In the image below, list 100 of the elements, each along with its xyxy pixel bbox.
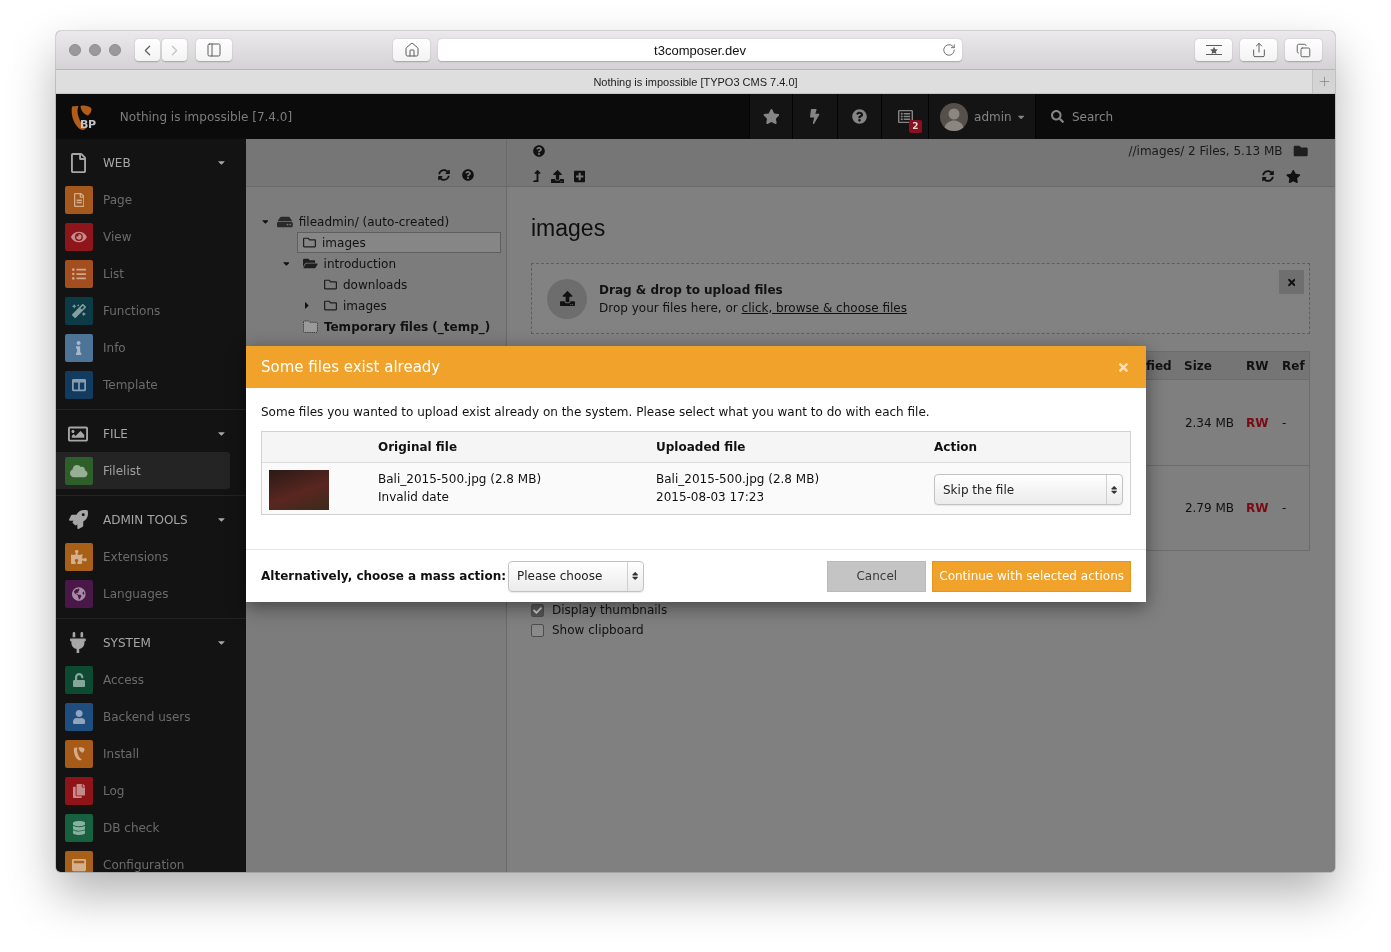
reference-count: -: [1282, 415, 1287, 430]
updown-arrows-icon: [632, 571, 639, 581]
bolt-icon: [810, 109, 820, 124]
back-button[interactable]: [135, 39, 160, 61]
module-item[interactable]: Extensions: [56, 538, 230, 575]
modal-title: Some files exist already: [261, 358, 441, 376]
top-sites-button[interactable]: [1195, 39, 1232, 61]
page-heading: images: [531, 214, 606, 243]
module-item[interactable]: Info: [56, 329, 230, 366]
list-window-icon: [897, 109, 913, 124]
logo-text: BP: [80, 118, 96, 131]
window-zoom-button[interactable]: [109, 44, 121, 56]
reload-icon[interactable]: [942, 43, 956, 57]
user-menu-button[interactable]: admin: [928, 94, 1035, 139]
help-icon[interactable]: [533, 145, 545, 157]
photo-placeholder: [269, 470, 329, 510]
refresh-icon[interactable]: [438, 169, 450, 181]
folder-outline-icon: [324, 299, 337, 312]
permissions: RW: [1246, 501, 1269, 515]
plus-icon: [1316, 74, 1332, 89]
modal-message: Some files you wanted to upload exist already on the system. Please select what you want to do with each file.: [261, 404, 930, 420]
browse-link[interactable]: click, browse & choose files: [741, 300, 907, 315]
module-item[interactable]: Install: [56, 735, 230, 772]
file-size: 2.79 MB: [1184, 501, 1234, 515]
star-icon[interactable]: [1286, 169, 1301, 183]
module-item[interactable]: List: [56, 255, 230, 292]
tree-item[interactable]: fileadmin/ (auto-created): [271, 211, 456, 232]
star-button[interactable]: [749, 94, 792, 139]
tabs-button[interactable]: [1285, 39, 1322, 61]
module-item[interactable]: Configuration: [56, 846, 230, 872]
upload-icon[interactable]: [550, 169, 564, 183]
sidebar-toggle-button[interactable]: [196, 39, 232, 61]
help-icon[interactable]: [462, 169, 474, 181]
module-item[interactable]: Template: [56, 366, 230, 403]
module-item[interactable]: Backend users: [56, 698, 230, 735]
module-item[interactable]: Log: [56, 772, 230, 809]
address-field[interactable]: t3composer.dev: [438, 39, 962, 61]
action-select[interactable]: Skip the file: [934, 474, 1123, 505]
checkbox[interactable]: [531, 603, 544, 617]
folder-icon: [1292, 144, 1308, 158]
share-button[interactable]: [1240, 39, 1277, 61]
star-icon: [762, 109, 780, 124]
module-item[interactable]: Languages: [56, 575, 230, 612]
rocket-icon: [68, 510, 88, 529]
module-group-heading[interactable]: ADMIN TOOLS: [56, 501, 246, 538]
folder-outline-icon: [303, 236, 316, 249]
open-folder-icon: [303, 257, 318, 270]
column-header[interactable]: Size: [1184, 358, 1212, 373]
tree-item[interactable]: introduction: [297, 253, 403, 274]
share-icon: [1250, 42, 1267, 58]
dropzone-hint: Drop your files here, or click, browse & choose files: [599, 299, 907, 316]
search-field[interactable]: Search: [1072, 106, 1272, 127]
checkbox-label: Show clipboard: [552, 623, 644, 637]
dialog-button[interactable]: Cancel: [827, 560, 927, 592]
updown-arrows-icon: [1111, 484, 1118, 495]
column-header[interactable]: fied: [1146, 358, 1172, 373]
module-item[interactable]: Functions: [56, 292, 230, 329]
refresh-icon[interactable]: [1262, 170, 1275, 182]
module-item[interactable]: Page: [56, 181, 230, 218]
help-button[interactable]: [837, 94, 881, 139]
tree-item[interactable]: downloads: [318, 274, 414, 295]
file-size: 2.34 MB: [1184, 415, 1234, 430]
document-outline-icon: [70, 152, 86, 173]
module-item[interactable]: Access: [56, 661, 230, 698]
module-group-heading[interactable]: FILE: [56, 415, 246, 452]
notification-badge: 2: [909, 120, 922, 133]
reference-count: -: [1282, 501, 1287, 515]
level-up-icon[interactable]: [533, 170, 541, 182]
upload-dropzone[interactable]: Drag & drop to upload files Drop your files here, or click, browse & choose files: [531, 263, 1310, 334]
caret-right-icon[interactable]: [304, 300, 310, 311]
system-info-button[interactable]: 2: [881, 94, 928, 139]
window-close-button[interactable]: [69, 44, 81, 56]
column-header[interactable]: RW: [1246, 358, 1269, 373]
tree-item[interactable]: images: [318, 295, 393, 316]
module-item[interactable]: Filelist: [56, 452, 230, 489]
module-group-heading[interactable]: SYSTEM: [56, 624, 246, 661]
column-header[interactable]: Ref: [1282, 358, 1305, 373]
tab-title[interactable]: Nothing is impossible [TYPO3 CMS 7.4.0]: [593, 75, 798, 88]
mass-action-select[interactable]: Please choose: [508, 560, 644, 592]
module-group-heading[interactable]: WEB: [56, 144, 246, 181]
tree-item[interactable]: images: [297, 232, 501, 253]
checkbox[interactable]: [531, 623, 544, 637]
column-header: Uploaded file: [656, 440, 746, 454]
upload-icon: [547, 278, 587, 319]
file-name: Bali_2015-500.jpg (2.8 MB): [656, 471, 820, 488]
avatar-icon: [940, 102, 969, 131]
close-icon: [1287, 276, 1296, 288]
site-title: Nothing is impossible [7.4.0]: [119, 109, 293, 124]
dotted-folder-icon: [303, 320, 318, 333]
column-header: Action: [934, 440, 978, 454]
bolt-button[interactable]: [792, 94, 837, 139]
module-item[interactable]: DB check: [56, 809, 230, 846]
close-button[interactable]: [1279, 270, 1304, 294]
checkbox-label: Display thumbnails: [552, 603, 668, 617]
dropzone-title: Drag & drop to upload files: [599, 281, 783, 298]
tree-item[interactable]: Temporary files (_temp_): [297, 316, 497, 337]
file-date: Invalid date: [378, 489, 449, 506]
window-minimize-button[interactable]: [89, 44, 101, 56]
home-button[interactable]: [393, 39, 430, 61]
module-item[interactable]: View: [56, 218, 230, 255]
